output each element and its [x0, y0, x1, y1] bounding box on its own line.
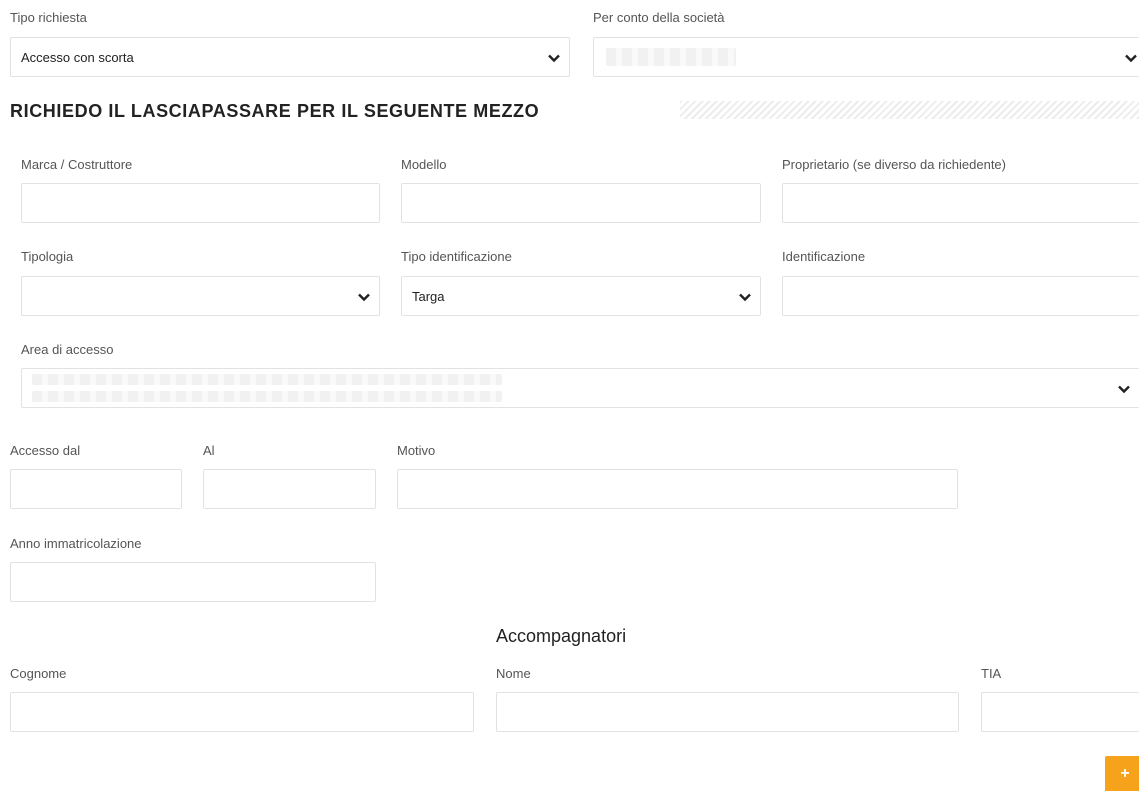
redacted-value — [32, 374, 502, 385]
tipo-richiesta-value: Accesso con scorta — [21, 49, 134, 65]
tipologia-select[interactable] — [21, 276, 380, 316]
identificazione-label: Identificazione — [782, 249, 866, 264]
tia-input[interactable] — [981, 692, 1139, 732]
tia-label: TIA — [981, 666, 1002, 681]
motivo-label: Motivo — [397, 443, 436, 458]
motivo-input[interactable] — [397, 469, 958, 509]
al-label: Al — [203, 443, 215, 458]
accesso-dal-label: Accesso dal — [10, 443, 81, 458]
modello-label: Modello — [401, 157, 447, 172]
area-select[interactable] — [21, 368, 1139, 408]
accesso-dal-input[interactable] — [10, 469, 182, 509]
proprietario-label: Proprietario (se diverso da richiedente) — [782, 157, 1006, 172]
tipo-identificazione-label: Tipo identificazione — [401, 249, 512, 264]
cognome-label: Cognome — [10, 666, 67, 681]
chevron-down-icon — [1117, 382, 1131, 396]
nome-label: Nome — [496, 666, 531, 681]
modello-input[interactable] — [401, 183, 761, 223]
add-companion-button[interactable]: + — [1105, 756, 1139, 791]
area-label: Area di accesso — [21, 342, 114, 357]
tipologia-label: Tipologia — [21, 249, 74, 264]
marca-input[interactable] — [21, 183, 380, 223]
per-conto-select[interactable] — [593, 37, 1139, 77]
anno-input[interactable] — [10, 562, 376, 602]
nome-input[interactable] — [496, 692, 959, 732]
anno-label: Anno immatricolazione — [10, 536, 142, 551]
chevron-down-icon — [738, 290, 752, 304]
section-title: RICHIEDO IL LASCIAPASSARE PER IL SEGUENT… — [10, 101, 540, 121]
chevron-down-icon — [1124, 51, 1138, 65]
tipo-richiesta-select[interactable]: Accesso con scorta — [10, 37, 570, 77]
redacted-value — [606, 48, 736, 66]
proprietario-input[interactable] — [782, 183, 1139, 223]
accompagnatori-title: Accompagnatori — [496, 626, 627, 646]
tipo-richiesta-label: Tipo richiesta — [10, 10, 87, 25]
per-conto-label: Per conto della società — [593, 10, 725, 25]
cognome-input[interactable] — [10, 692, 474, 732]
chevron-down-icon — [357, 290, 371, 304]
chevron-down-icon — [547, 51, 561, 65]
marca-label: Marca / Costruttore — [21, 157, 133, 172]
tipo-identificazione-value: Targa — [412, 288, 445, 304]
tipo-identificazione-select[interactable]: Targa — [401, 276, 761, 316]
redacted-value — [32, 391, 502, 402]
al-input[interactable] — [203, 469, 376, 509]
title-decoration — [680, 101, 1139, 119]
identificazione-input[interactable] — [782, 276, 1139, 316]
